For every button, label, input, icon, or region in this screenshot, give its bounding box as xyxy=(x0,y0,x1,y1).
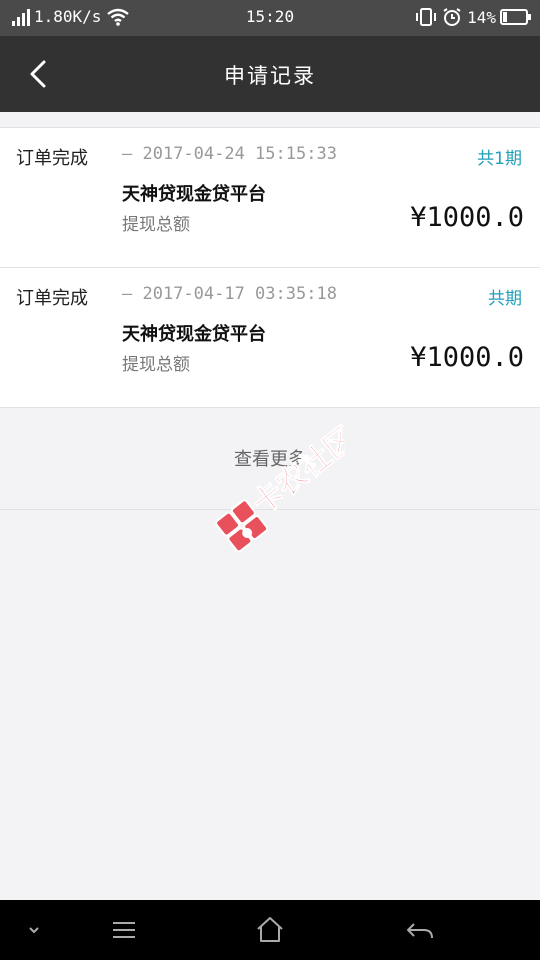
order-status: 订单完成 xyxy=(16,288,88,309)
nav-collapse-button[interactable] xyxy=(14,914,54,946)
order-period: 共期 xyxy=(488,289,522,309)
alarm-icon xyxy=(443,8,461,26)
battery-percent: 14% xyxy=(467,7,496,27)
record-list: 订单完成 — 2017-04-24 15:15:33 共1期 天神贷现金贷平台 … xyxy=(0,127,540,408)
nav-home-button[interactable] xyxy=(250,914,290,946)
order-time: — 2017-04-24 15:15:33 xyxy=(122,144,337,164)
status-right: 14% xyxy=(415,7,532,27)
load-more-button[interactable]: 查看更多 xyxy=(0,407,540,510)
battery-icon xyxy=(500,9,531,25)
status-bar: 1.80K/s 15:20 14% xyxy=(0,0,540,36)
amount-value: ¥1000.0 xyxy=(410,342,524,373)
back-button[interactable] xyxy=(22,56,58,92)
order-period: 共1期 xyxy=(477,149,522,169)
menu-icon xyxy=(113,922,135,938)
home-icon xyxy=(257,917,283,942)
system-nav-bar xyxy=(0,900,540,960)
platform-name: 天神贷现金贷平台 xyxy=(122,324,266,345)
title-bar: 申请记录 xyxy=(0,36,540,112)
vibrate-icon xyxy=(416,8,437,26)
order-time: — 2017-04-17 03:35:18 xyxy=(122,284,337,304)
nav-menu-button[interactable] xyxy=(104,914,144,946)
amount-value: ¥1000.0 xyxy=(410,202,524,233)
back-arrow-icon xyxy=(407,923,433,939)
list-item[interactable]: 订单完成 — 2017-04-24 15:15:33 共1期 天神贷现金贷平台 … xyxy=(0,128,540,268)
nav-back-button[interactable] xyxy=(400,914,440,946)
platform-name: 天神贷现金贷平台 xyxy=(122,184,266,205)
amount-label: 提现总额 xyxy=(122,355,190,375)
chevron-down-icon xyxy=(29,927,39,934)
page-title: 申请记录 xyxy=(224,64,316,88)
chevron-left-icon xyxy=(30,60,46,88)
list-item[interactable]: 订单完成 — 2017-04-17 03:35:18 共期 天神贷现金贷平台 提… xyxy=(0,268,540,408)
order-status: 订单完成 xyxy=(16,148,88,169)
amount-label: 提现总额 xyxy=(122,215,190,235)
